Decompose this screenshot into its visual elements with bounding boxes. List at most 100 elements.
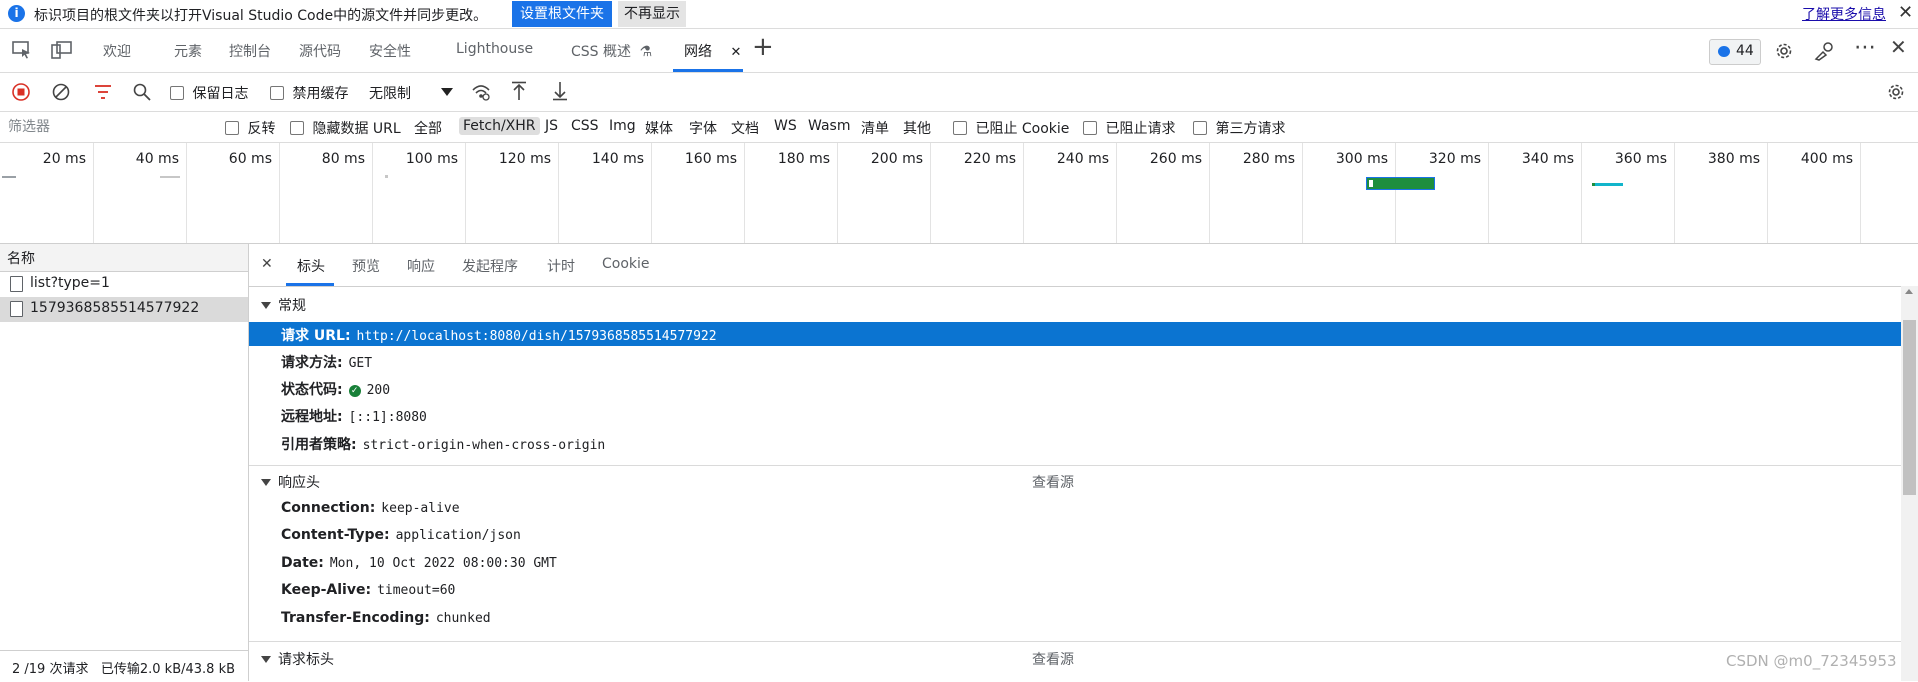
filter-type-all[interactable]: 全部 xyxy=(414,118,442,138)
request-url-row[interactable]: 请求 URL: http://localhost:8080/dish/157936… xyxy=(281,325,717,345)
filter-type-img[interactable]: Img xyxy=(609,118,636,134)
settings-gear-icon[interactable] xyxy=(1774,41,1794,61)
timeline-gridline xyxy=(744,143,745,243)
remote-address-row[interactable]: 远程地址: [::1]:8080 xyxy=(281,406,427,426)
hide-data-url-toggle[interactable]: 隐藏数据 URL xyxy=(290,118,401,138)
tab-preview[interactable]: 预览 xyxy=(352,256,380,276)
network-settings-gear-icon[interactable] xyxy=(1886,82,1906,102)
filter-type-fetch-xhr[interactable]: Fetch/XHR xyxy=(459,117,540,135)
learn-more-link[interactable]: 了解更多信息 xyxy=(1802,4,1886,24)
request-row-selected[interactable]: 1579368585514577922 xyxy=(0,297,248,322)
scroll-up-arrow-icon[interactable] xyxy=(1905,289,1913,294)
close-devtools-icon[interactable]: ✕ xyxy=(1890,35,1907,59)
device-emulation-icon[interactable] xyxy=(51,41,73,59)
inspect-element-icon[interactable] xyxy=(12,41,32,59)
filter-type-ws[interactable]: WS xyxy=(774,118,797,134)
filter-type-doc[interactable]: 文档 xyxy=(731,118,759,138)
clear-icon[interactable] xyxy=(52,83,70,101)
header-row[interactable]: Keep-Alive: timeout=60 xyxy=(281,582,455,598)
preserve-log-toggle[interactable]: 保留日志 xyxy=(170,83,248,103)
third-party-toggle[interactable]: 第三方请求 xyxy=(1193,118,1285,138)
row-value: timeout=60 xyxy=(377,583,456,598)
name-column-header[interactable]: 名称 xyxy=(0,244,248,272)
hide-data-url-checkbox[interactable] xyxy=(290,121,304,135)
tab-security[interactable]: 安全性 xyxy=(369,41,411,61)
filter-type-font[interactable]: 字体 xyxy=(689,118,717,138)
request-summary: 2 /19 次请求 已传输2.0 kB/43.8 kB xyxy=(12,662,236,677)
tab-headers[interactable]: 标头 xyxy=(297,256,325,276)
network-overview-timeline[interactable]: 20 ms 40 ms 60 ms 80 ms 100 ms 120 ms 140 ms 16… xyxy=(0,143,1918,244)
filter-type-css[interactable]: CSS xyxy=(571,118,599,134)
set-root-folder-button[interactable]: 设置根文件夹 xyxy=(512,1,612,27)
export-har-icon[interactable] xyxy=(552,81,568,101)
row-value: chunked xyxy=(435,611,491,626)
tab-network[interactable]: 网络 ✕ xyxy=(684,41,741,61)
filter-input[interactable] xyxy=(4,116,212,137)
disable-cache-toggle[interactable]: 禁用缓存 xyxy=(270,83,348,103)
filter-type-js[interactable]: JS xyxy=(545,118,558,134)
request-method-row[interactable]: 请求方法: GET xyxy=(281,352,372,372)
customize-devtools-icon[interactable] xyxy=(1814,41,1836,61)
blocked-requests-toggle[interactable]: 已阻止请求 xyxy=(1083,118,1175,138)
timeline-tick-label: 200 ms xyxy=(870,151,923,167)
record-stop-icon[interactable] xyxy=(12,83,30,101)
referrer-policy-row[interactable]: 引用者策略: strict-origin-when-cross-origin xyxy=(281,434,605,454)
request-bar-secondary xyxy=(1595,183,1623,186)
scrollbar-thumb[interactable] xyxy=(1903,320,1916,495)
vertical-scrollbar[interactable] xyxy=(1901,286,1918,681)
tab-cookies[interactable]: Cookie xyxy=(602,256,650,272)
disable-cache-checkbox[interactable] xyxy=(270,86,284,100)
view-source-link[interactable]: 查看源 xyxy=(1032,649,1074,669)
timeline-tick-label: 160 ms xyxy=(684,151,737,167)
timeline-gridline xyxy=(1674,143,1675,243)
invert-toggle[interactable]: 反转 xyxy=(225,118,275,138)
filter-type-media[interactable]: 媒体 xyxy=(645,118,673,138)
issues-badge[interactable]: 44 xyxy=(1709,39,1761,65)
tab-sources[interactable]: 源代码 xyxy=(299,41,341,61)
import-har-icon[interactable] xyxy=(511,81,527,101)
header-row[interactable]: Content-Type: application/json xyxy=(281,527,521,543)
timeline-gridline xyxy=(186,143,187,243)
request-headers-section-header[interactable]: 请求标头 xyxy=(261,649,334,669)
tab-lighthouse[interactable]: Lighthouse xyxy=(456,41,533,57)
tab-elements[interactable]: 元素 xyxy=(174,41,202,61)
request-headers-title: 请求标头 xyxy=(278,652,334,668)
throttling-select[interactable]: 无限制 xyxy=(369,83,453,103)
more-options-icon[interactable]: ⋯ xyxy=(1854,35,1876,60)
view-source-link[interactable]: 查看源 xyxy=(1032,472,1074,492)
tab-initiator[interactable]: 发起程序 xyxy=(462,256,518,276)
timeline-gridline xyxy=(465,143,466,243)
third-party-checkbox[interactable] xyxy=(1193,121,1207,135)
network-conditions-icon[interactable] xyxy=(471,83,491,101)
close-details-icon[interactable]: ✕ xyxy=(261,256,273,272)
infobar-close-icon[interactable]: ✕ xyxy=(1898,2,1913,23)
preserve-log-label: 保留日志 xyxy=(192,86,249,102)
filter-type-manifest[interactable]: 清单 xyxy=(861,118,889,138)
header-row[interactable]: Connection: keep-alive xyxy=(281,500,460,516)
preserve-log-checkbox[interactable] xyxy=(170,86,184,100)
header-row[interactable]: Date: Mon, 10 Oct 2022 08:00:30 GMT xyxy=(281,555,557,571)
blocked-requests-checkbox[interactable] xyxy=(1083,121,1097,135)
filter-type-wasm[interactable]: Wasm xyxy=(808,118,850,134)
add-tab-icon[interactable]: + xyxy=(752,32,774,62)
blocked-cookies-toggle[interactable]: 已阻止 Cookie xyxy=(953,118,1069,138)
tab-css-overview[interactable]: CSS 概述 ⚗ xyxy=(571,41,652,61)
general-section-header[interactable]: 常规 xyxy=(261,295,306,315)
request-row[interactable]: list?type=1 xyxy=(0,272,248,297)
tab-welcome[interactable]: 欢迎 xyxy=(103,41,131,61)
invert-checkbox[interactable] xyxy=(225,121,239,135)
blocked-cookies-checkbox[interactable] xyxy=(953,121,967,135)
tab-console[interactable]: 控制台 xyxy=(229,41,271,61)
filter-icon[interactable] xyxy=(94,84,112,100)
response-headers-section-header[interactable]: 响应头 xyxy=(261,472,320,492)
dont-show-again-button[interactable]: 不再显示 xyxy=(618,1,686,27)
header-row[interactable]: Transfer-Encoding: chunked xyxy=(281,610,491,626)
row-value: GET xyxy=(348,356,373,371)
tab-response[interactable]: 响应 xyxy=(407,256,435,276)
tab-network-close-icon[interactable]: ✕ xyxy=(730,45,741,60)
status-code-row[interactable]: 状态代码: ✓ 200 xyxy=(281,379,390,399)
search-icon[interactable] xyxy=(133,83,151,101)
tab-timing[interactable]: 计时 xyxy=(547,256,575,276)
collapse-triangle-icon xyxy=(261,656,271,663)
filter-type-other[interactable]: 其他 xyxy=(903,118,931,138)
